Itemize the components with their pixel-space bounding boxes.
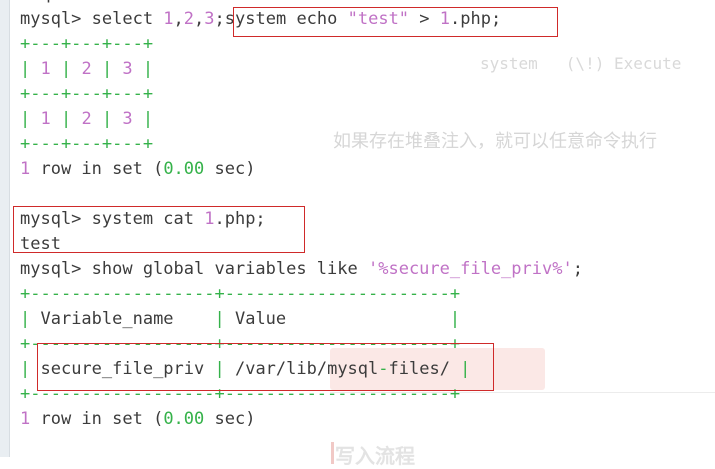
- terminal-text: 0.00: [163, 159, 205, 179]
- terminal-line: 1 row in set (0.00 sec): [20, 407, 583, 432]
- terminal-text: ;: [572, 259, 583, 279]
- terminal-text: |: [132, 59, 154, 79]
- terminal-text: 1: [40, 109, 51, 129]
- terminal-line: +---+---+---+: [20, 132, 583, 157]
- terminal-text: |: [214, 309, 235, 329]
- terminal-text: |: [91, 59, 123, 79]
- terminal-text: '%secure_file_priv%': [368, 259, 573, 279]
- terminal-text: 1: [20, 409, 31, 429]
- terminal-text: 1: [40, 59, 51, 79]
- terminal-text: +---+---+---+: [20, 34, 154, 54]
- terminal-line: | 1 | 2 | 3 |: [20, 107, 583, 132]
- terminal-text: sec): [204, 159, 256, 179]
- terminal-text: |: [20, 309, 41, 329]
- terminal-text: mysql> select: [20, 9, 164, 29]
- terminal-text: +---+---+---+: [20, 134, 154, 154]
- terminal-line: +------------------+--------------------…: [20, 282, 583, 307]
- terminal-text: mysql> show global variables like: [20, 259, 368, 279]
- editor-gutter: [0, 0, 10, 457]
- terminal-text: 2: [183, 9, 195, 29]
- terminal-text: row in set (: [30, 159, 164, 179]
- terminal-text: +------------------+--------------------…: [20, 284, 461, 304]
- terminal-text: Value: [234, 309, 450, 329]
- terminal-text: sec): [204, 409, 256, 429]
- terminal-text: ;: [214, 9, 225, 29]
- terminal-text: ,: [173, 9, 184, 29]
- terminal-line: | 1 | 2 | 3 |: [20, 57, 583, 82]
- terminal-line: mysql> show global variables like '%secu…: [20, 257, 583, 282]
- highlight-box-system-cat: [13, 206, 305, 253]
- terminal-text: 1: [20, 159, 31, 179]
- terminal-text: 3: [122, 59, 133, 79]
- terminal-text: row in set (: [30, 409, 164, 429]
- terminal-text: ,: [194, 9, 205, 29]
- terminal-text: weq: [20, 0, 51, 4]
- terminal-line: | Variable_name | Value |: [20, 307, 583, 332]
- terminal-text: 1: [163, 9, 174, 29]
- terminal-text: 2: [81, 109, 92, 129]
- terminal-text: 2: [81, 59, 92, 79]
- terminal-text: |: [20, 109, 41, 129]
- highlight-box-secure-file-priv: [37, 343, 494, 391]
- terminal-line: +---+---+---+: [20, 82, 583, 107]
- terminal-text: 0.00: [163, 409, 205, 429]
- terminal-text: 3: [204, 9, 215, 29]
- terminal-text: |: [449, 309, 461, 329]
- highlight-box-system-echo: [233, 7, 558, 37]
- terminal-line: weq: [20, 0, 583, 7]
- terminal-text: |: [132, 109, 154, 129]
- terminal-text: Variable_name: [40, 309, 215, 329]
- terminal-text: |: [20, 59, 41, 79]
- terminal-text: |: [50, 109, 82, 129]
- terminal-text: +---+---+---+: [20, 84, 154, 104]
- terminal-text: |: [91, 109, 123, 129]
- background-heading: 写入流程: [331, 440, 415, 469]
- terminal-text: 3: [122, 109, 133, 129]
- terminal-line: 1 row in set (0.00 sec): [20, 157, 583, 182]
- terminal-text: |: [50, 59, 82, 79]
